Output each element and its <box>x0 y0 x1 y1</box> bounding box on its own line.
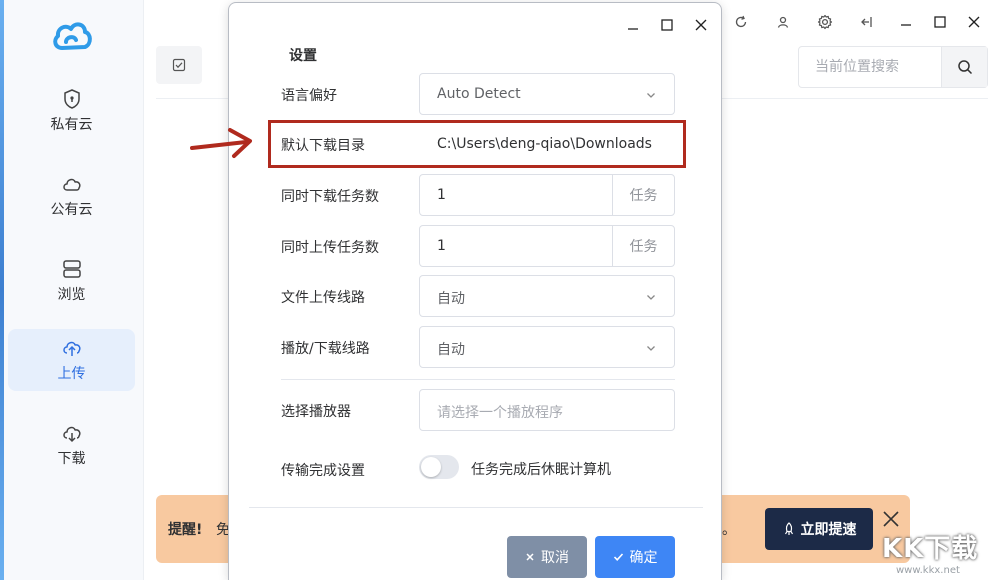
upload-route-value: 自动 <box>437 291 465 307</box>
player-select[interactable]: 请选择一个播放程序 <box>419 389 675 431</box>
shield-icon <box>63 89 80 109</box>
speed-up-button[interactable]: 立即提速 <box>765 508 873 550</box>
transfer-done-label: 传输完成设置 <box>281 463 365 479</box>
toggle-knob <box>421 457 441 477</box>
upload-route-label: 文件上传线路 <box>281 290 365 306</box>
sidebar-item-private-cloud[interactable]: 私有云 <box>8 80 135 142</box>
sidebar-item-label: 私有云 <box>50 117 93 133</box>
watermark-logo: KK下载 <box>882 534 979 564</box>
watermark-url: www.kkx.net <box>896 565 960 576</box>
sidebar-item-upload[interactable]: 上传 <box>8 329 135 391</box>
playback-route-label: 播放/下载线路 <box>281 341 370 357</box>
minimize-icon[interactable] <box>894 10 918 34</box>
confirm-button[interactable]: 确定 <box>595 536 675 578</box>
sleep-after-complete-toggle[interactable] <box>419 455 459 479</box>
search-box <box>798 46 988 88</box>
sleep-after-complete-label: 任务完成后休眠计算机 <box>471 462 611 478</box>
dialog-close-icon[interactable] <box>691 15 711 35</box>
sidebar-item-browse[interactable]: 浏览 <box>8 250 135 312</box>
sidebar-item-label: 上传 <box>57 366 86 382</box>
checkbox-icon <box>172 58 186 72</box>
notice-text-tail: 。 <box>722 522 736 538</box>
sidebar-item-label: 公有云 <box>50 202 93 218</box>
upload-icon <box>62 341 81 356</box>
refresh-icon[interactable] <box>729 10 753 34</box>
watermark: KK下载 www.kkx.net <box>878 522 998 580</box>
collapse-icon[interactable] <box>855 10 879 34</box>
close-icon <box>526 553 534 561</box>
language-select[interactable]: Auto Detect <box>419 73 675 115</box>
dialog-maximize-icon[interactable] <box>657 15 677 35</box>
settings-divider <box>281 379 675 380</box>
player-label: 选择播放器 <box>281 404 351 420</box>
search-button[interactable] <box>941 47 987 87</box>
user-icon[interactable] <box>771 10 795 34</box>
chevron-down-icon <box>647 93 655 98</box>
confirm-label: 确定 <box>629 550 658 566</box>
speed-up-label: 立即提速 <box>800 522 857 538</box>
highlight-box <box>268 120 686 168</box>
check-icon <box>613 553 623 561</box>
browse-icon <box>62 260 81 278</box>
sidebar-item-label: 下载 <box>57 451 86 467</box>
dialog-minimize-icon[interactable] <box>623 15 643 35</box>
concurrent-upload-input[interactable]: 1 任务 <box>419 225 675 267</box>
dialog-title: 设置 <box>289 48 317 64</box>
search-input[interactable] <box>799 47 941 87</box>
app-logo-cloud-icon <box>53 22 92 50</box>
upload-route-select[interactable]: 自动 <box>419 275 675 317</box>
concurrent-download-label: 同时下载任务数 <box>281 189 379 205</box>
playback-route-value: 自动 <box>437 342 465 358</box>
close-icon[interactable] <box>962 10 986 34</box>
concurrent-upload-value: 1 <box>437 238 446 254</box>
notice-label: 提醒! <box>168 522 203 538</box>
player-placeholder: 请选择一个播放程序 <box>437 405 563 421</box>
gear-icon[interactable] <box>813 10 837 34</box>
annotation-arrow-icon <box>190 128 252 158</box>
rocket-icon <box>784 522 793 535</box>
concurrent-download-value: 1 <box>437 187 446 203</box>
playback-route-select[interactable]: 自动 <box>419 326 675 368</box>
concurrent-upload-label: 同时上传任务数 <box>281 240 379 256</box>
sidebar: 私有云 公有云 浏览 上传 下载 <box>4 0 144 580</box>
settings-dialog: 设置 语言偏好 Auto Detect 默认下载目录 C:\Users\deng… <box>228 2 722 580</box>
chevron-down-icon <box>647 346 655 351</box>
chevron-down-icon <box>647 295 655 300</box>
language-value: Auto Detect <box>437 86 521 102</box>
concurrent-download-input[interactable]: 1 任务 <box>419 174 675 216</box>
cancel-label: 取消 <box>541 550 569 566</box>
sidebar-item-download[interactable]: 下载 <box>8 414 135 476</box>
maximize-icon[interactable] <box>928 10 952 34</box>
language-label: 语言偏好 <box>281 88 337 104</box>
sidebar-item-label: 浏览 <box>57 287 86 303</box>
concurrent-upload-unit: 任务 <box>612 226 674 266</box>
search-icon <box>957 60 972 75</box>
sidebar-item-public-cloud[interactable]: 公有云 <box>8 165 135 227</box>
select-all-button[interactable] <box>156 46 202 84</box>
cloud-icon <box>62 178 81 191</box>
download-icon <box>62 426 81 443</box>
dialog-footer-divider <box>249 507 703 508</box>
concurrent-download-unit: 任务 <box>612 175 674 215</box>
cancel-button[interactable]: 取消 <box>507 536 587 578</box>
